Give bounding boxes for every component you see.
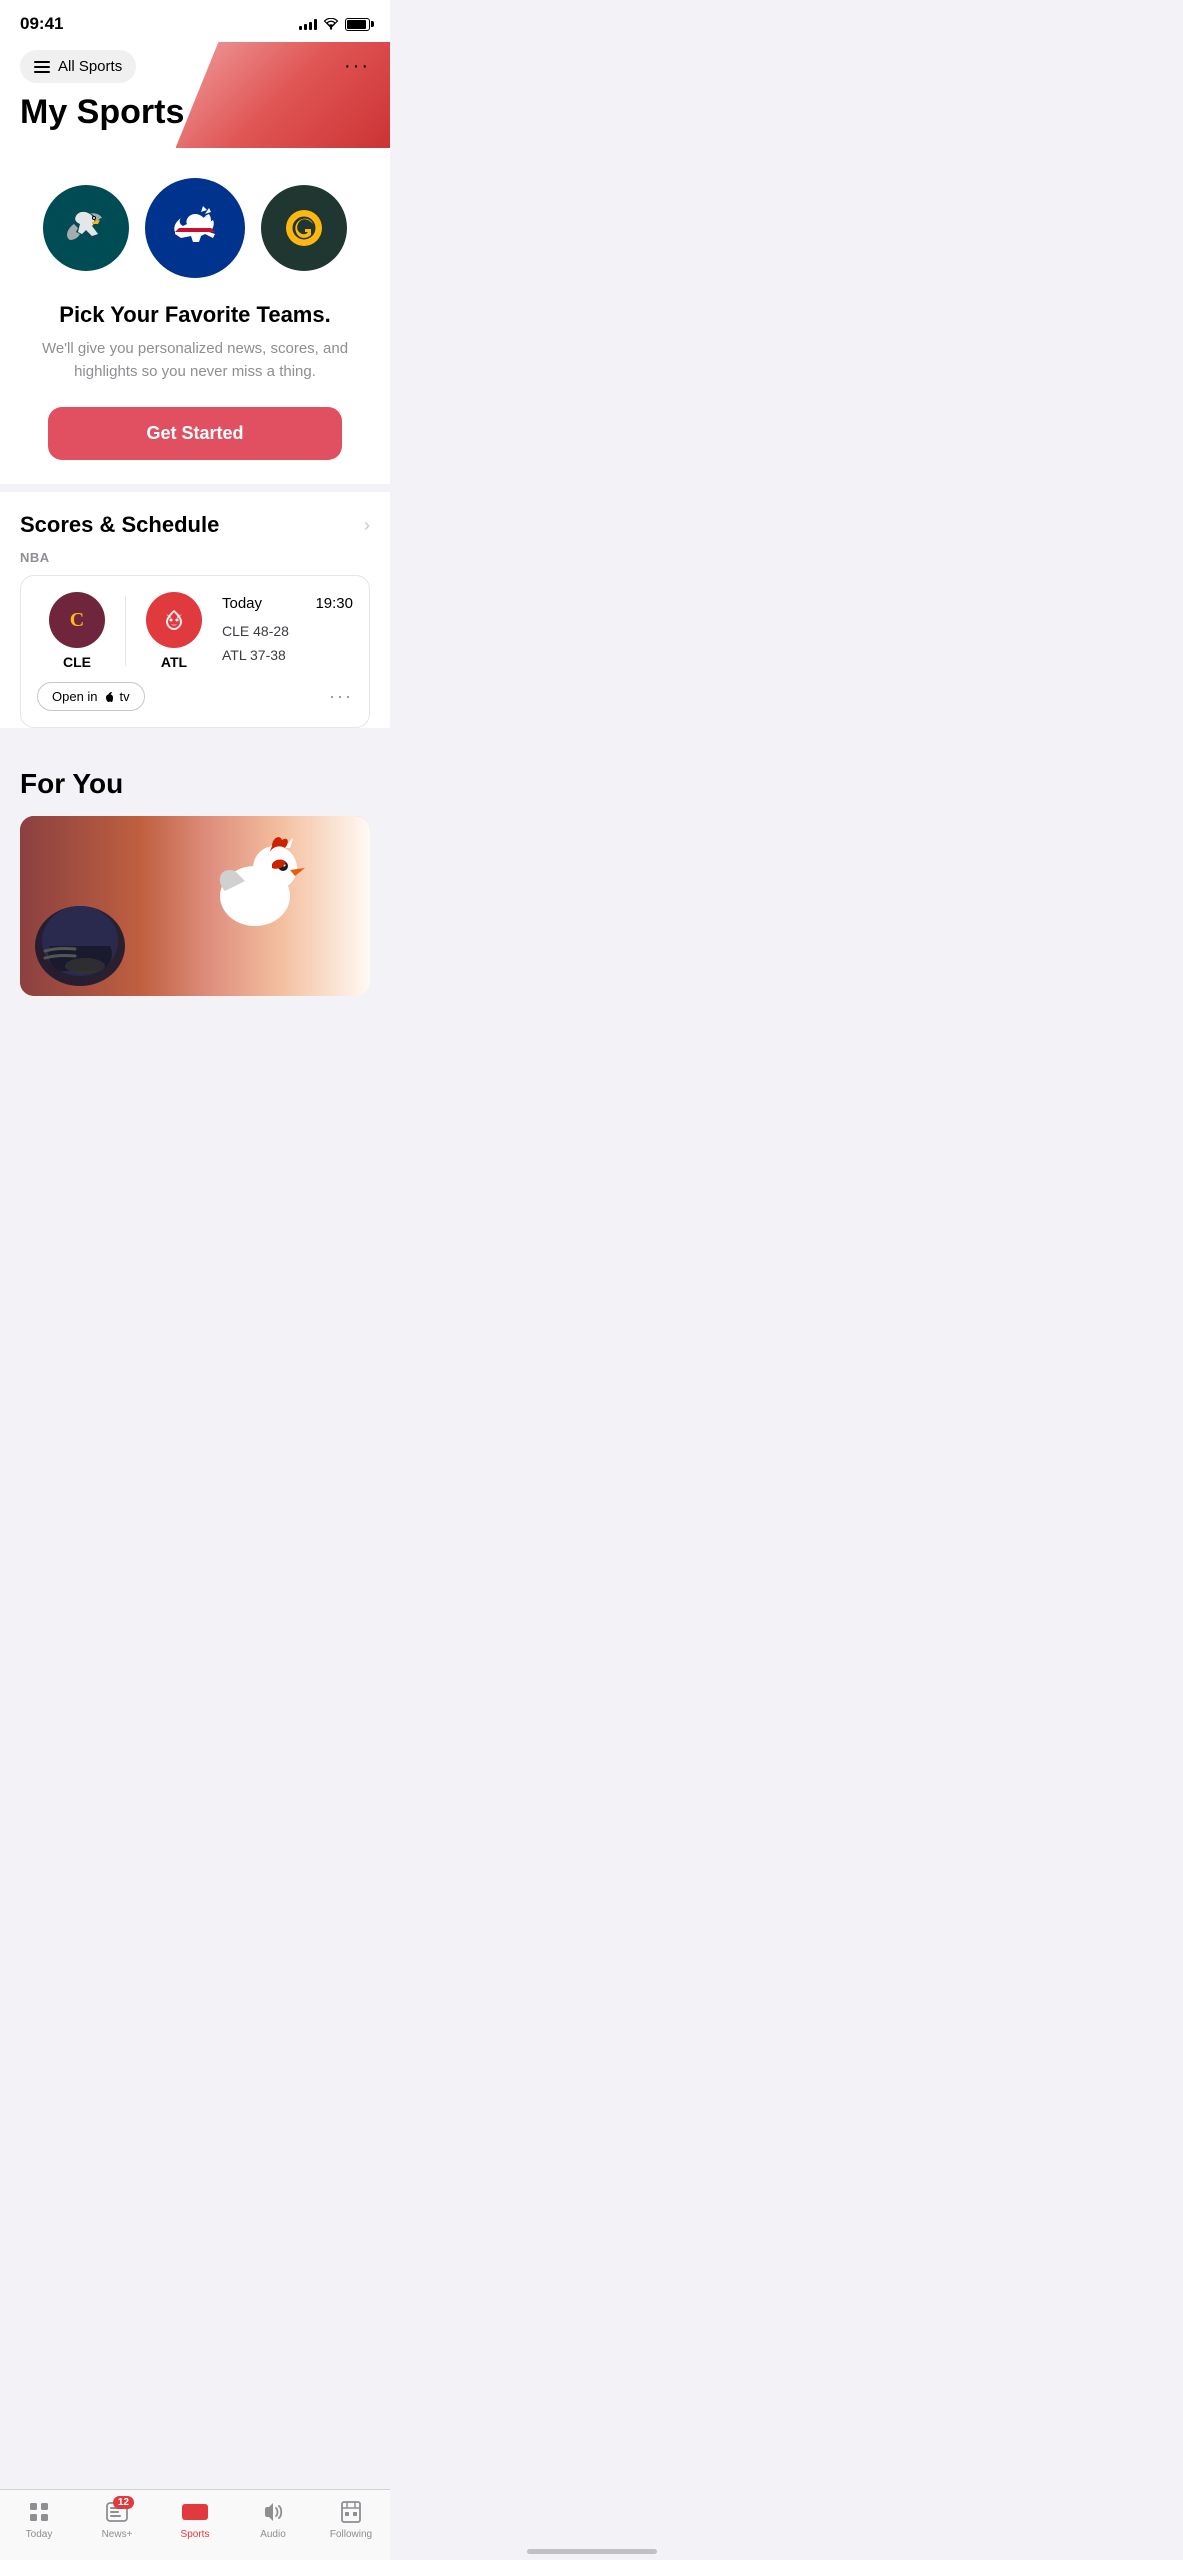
open-tv-button[interactable]: Open in tv	[37, 682, 145, 711]
team1-col: C CLE	[37, 592, 117, 670]
all-sports-button[interactable]: All Sports	[20, 50, 136, 83]
team2-col: ATL	[134, 592, 214, 670]
helmet-icon	[30, 876, 150, 996]
team2-record: ATL 37-38	[222, 644, 353, 668]
bills-logo	[145, 178, 245, 278]
game-more-button[interactable]: ···	[329, 686, 353, 707]
status-time: 09:41	[20, 14, 63, 34]
tv-label: tv	[120, 689, 130, 704]
vertical-divider	[125, 596, 126, 666]
game-records: CLE 48-28 ATL 37-38	[222, 620, 353, 668]
hawks-badge	[146, 592, 202, 648]
scores-arrow[interactable]: ›	[364, 515, 370, 536]
game-card: C CLE	[20, 575, 370, 728]
today-icon	[25, 2498, 53, 2526]
cavs-badge: C	[49, 592, 105, 648]
tab-today[interactable]: Today	[0, 2498, 78, 2540]
game-info: Today 19:30 CLE 48-28 ATL 37-38	[214, 595, 353, 668]
status-icons	[299, 18, 370, 31]
teams-section: Pick Your Favorite Teams. We'll give you…	[0, 148, 390, 484]
game-top: C CLE	[37, 592, 353, 670]
news-label: News+	[102, 2529, 133, 2540]
game-actions: Open in tv ···	[37, 682, 353, 711]
scores-title: Scores & Schedule	[20, 512, 219, 538]
game-time-row: Today 19:30	[222, 595, 353, 612]
following-label: Following	[330, 2529, 372, 2540]
get-started-button[interactable]: Get Started	[48, 407, 342, 460]
scores-header: Scores & Schedule ›	[20, 512, 370, 538]
scores-section: Scores & Schedule › NBA C CLE	[0, 492, 390, 728]
cardinal-icon	[190, 826, 320, 946]
more-button[interactable]: ···	[344, 55, 370, 78]
news-card-background	[20, 816, 370, 996]
team2-abbr: ATL	[161, 654, 187, 670]
apple-icon	[103, 690, 115, 704]
tab-following[interactable]: Following	[312, 2498, 390, 2540]
header-top: All Sports ···	[20, 50, 370, 83]
team-logos	[20, 178, 370, 278]
league-label: NBA	[20, 550, 370, 565]
today-label: Today	[26, 2529, 53, 2540]
sports-label: Sports	[181, 2529, 210, 2540]
team1-abbr: CLE	[63, 654, 91, 670]
pick-title: Pick Your Favorite Teams.	[20, 302, 370, 328]
tab-sports[interactable]: Sports	[156, 2498, 234, 2540]
eagles-logo	[43, 185, 129, 271]
header: All Sports ··· My Sports	[0, 42, 390, 148]
tab-audio[interactable]: Audio	[234, 2498, 312, 2540]
section-divider	[0, 484, 390, 492]
news-badge: 12	[113, 2496, 134, 2509]
for-you-section: For You	[0, 748, 390, 996]
team1-record: CLE 48-28	[222, 620, 353, 644]
tab-news[interactable]: 12 News+	[78, 2498, 156, 2540]
hamburger-icon	[34, 61, 50, 73]
audio-label: Audio	[260, 2529, 286, 2540]
wifi-icon	[323, 18, 339, 30]
status-bar: 09:41	[0, 0, 390, 42]
packers-logo	[261, 185, 347, 271]
battery-icon	[345, 18, 370, 31]
home-indicator	[527, 2549, 657, 2554]
news-card[interactable]	[20, 816, 370, 996]
svg-text:C: C	[70, 609, 84, 631]
signal-icon	[299, 18, 317, 30]
game-day: Today	[222, 595, 262, 612]
all-sports-label: All Sports	[58, 58, 122, 75]
following-icon	[337, 2498, 365, 2526]
page-title: My Sports	[20, 93, 370, 132]
pick-subtitle: We'll give you personalized news, scores…	[20, 338, 370, 383]
game-time: 19:30	[315, 595, 353, 612]
for-you-title: For You	[20, 768, 370, 800]
sports-icon	[181, 2498, 209, 2526]
tab-bar: Today 12 News+ Sports	[0, 2489, 390, 2560]
audio-icon	[259, 2498, 287, 2526]
open-label: Open in	[52, 689, 98, 704]
